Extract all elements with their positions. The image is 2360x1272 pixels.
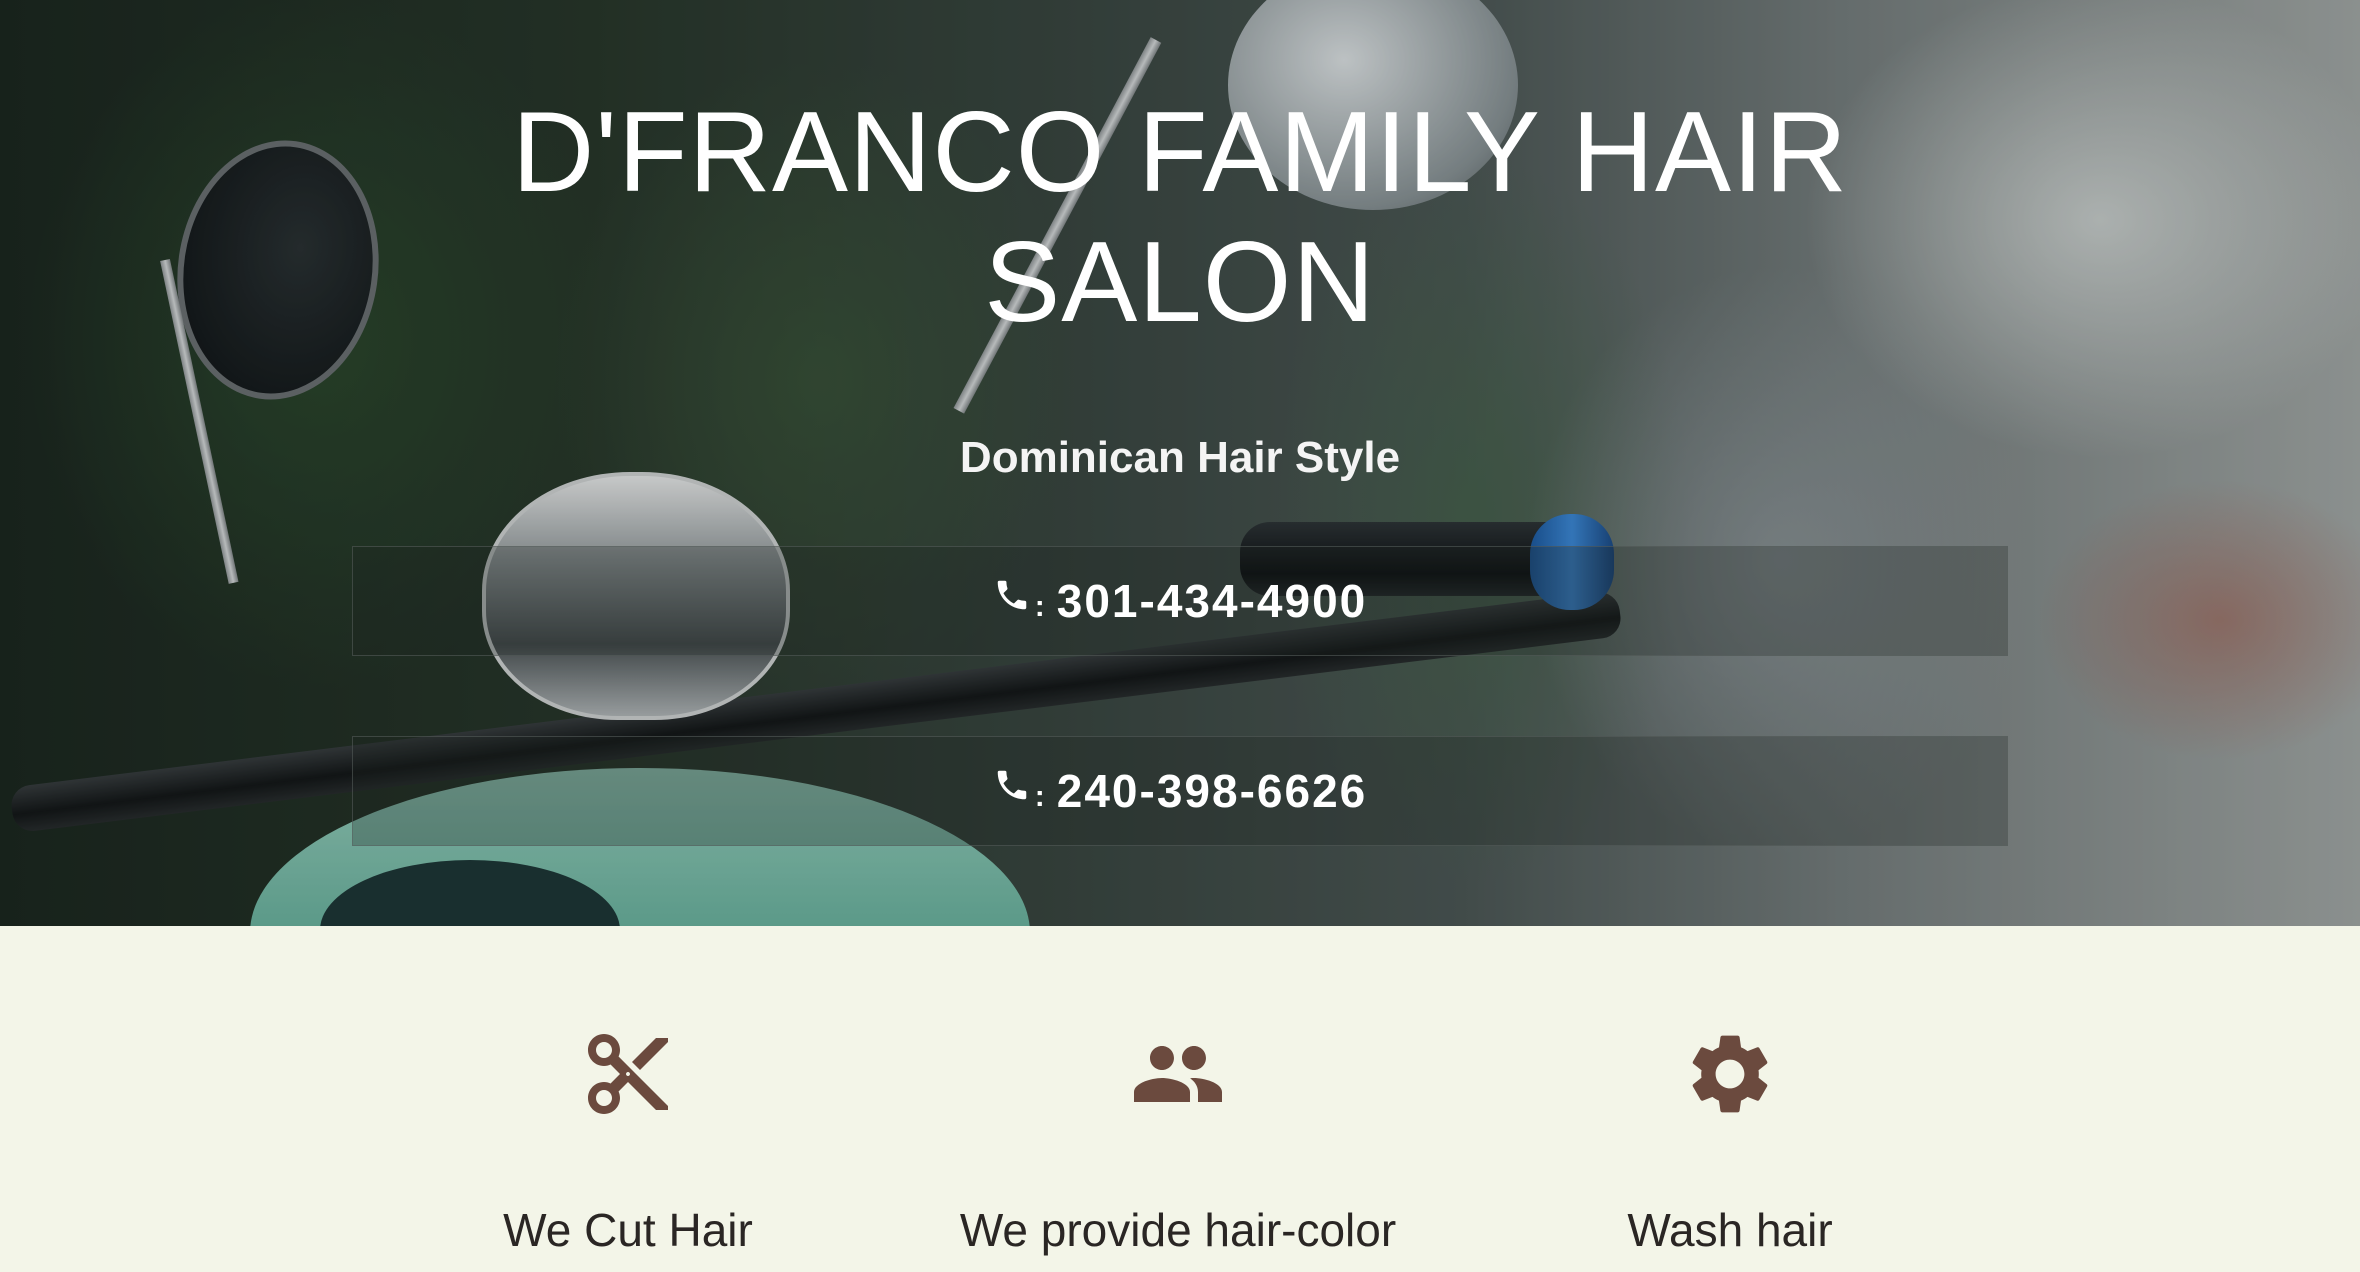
phone-separator: : (1034, 780, 1047, 813)
feature-label: Wash hair (1627, 1204, 1833, 1256)
feature-item-wash-hair: Wash hair (1430, 1026, 2030, 1258)
feature-item-hair-color: We provide hair-color (878, 1026, 1478, 1258)
hero-content: D'FRANCO FAMILY HAIR SALON Dominican Hai… (0, 0, 2360, 926)
feature-label: We Cut Hair (503, 1204, 753, 1256)
phone-icon (997, 580, 1027, 610)
features-section: We Cut Hair We provide hair-color Wash h… (0, 926, 2360, 1272)
phone-link-primary[interactable]: : 301-434-4900 (352, 546, 2008, 656)
page-title: D'FRANCO FAMILY HAIR SALON (511, 89, 1849, 346)
page-subtitle: Dominican Hair Style (959, 433, 1401, 482)
phone-link-secondary[interactable]: : 240-398-6626 (352, 736, 2008, 846)
gear-icon (1692, 1035, 1768, 1113)
phone-number: 301-434-4900 (1056, 575, 1368, 627)
phone-icon (997, 770, 1027, 800)
scissors-icon (588, 1034, 668, 1114)
phone-separator: : (1034, 590, 1047, 623)
feature-item-cut-hair: We Cut Hair (328, 1026, 928, 1258)
hero-section: D'FRANCO FAMILY HAIR SALON Dominican Hai… (0, 0, 2360, 926)
phone-number: 240-398-6626 (1056, 765, 1368, 817)
feature-label: We provide hair-color (959, 1204, 1397, 1256)
people-icon (1134, 1046, 1222, 1102)
